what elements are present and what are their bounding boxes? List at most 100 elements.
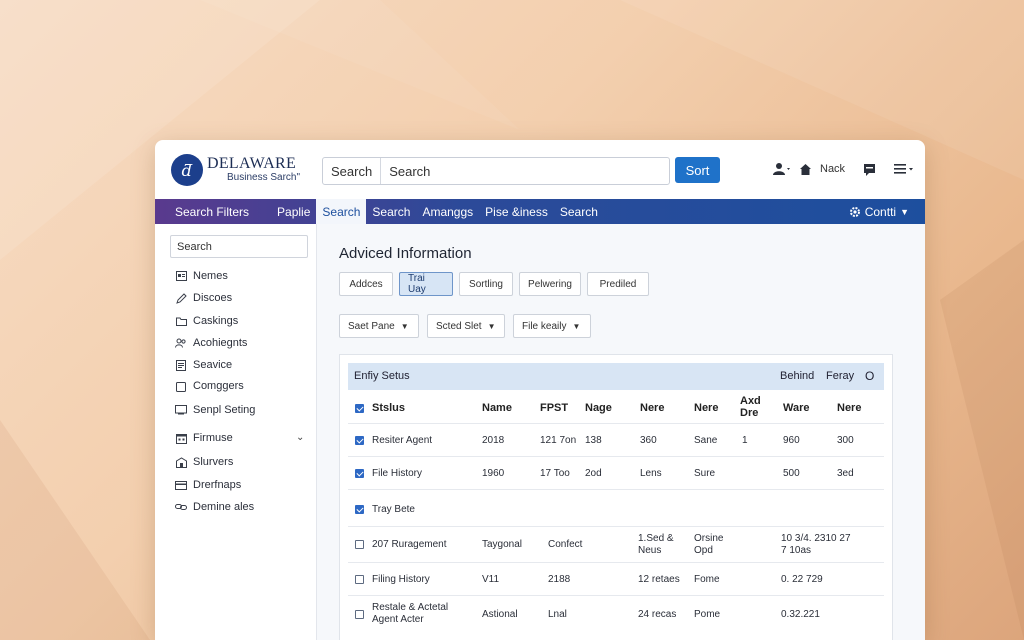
row-checkbox[interactable] [355, 610, 364, 619]
sidebar-item-label: Comggers [193, 380, 244, 392]
table-cell: 1.Sed & Neus [638, 533, 674, 556]
nav-contact-menu[interactable]: Contti ▼ [849, 199, 909, 224]
nav-search-2[interactable]: Search [554, 199, 604, 224]
table-cell: 207 Ruragement [372, 539, 447, 550]
settings-gear-icon [849, 206, 860, 217]
sidebar-item-label: Firmuse [193, 432, 233, 444]
logo-title: DELAWARE [207, 155, 297, 173]
sort-button[interactable]: Sort [675, 157, 720, 183]
search-scope-label[interactable]: Search [323, 158, 382, 184]
sidebar-item-service[interactable]: Seavice [175, 359, 232, 371]
column-header[interactable]: Nere [694, 402, 718, 414]
select-all-checkbox[interactable] [355, 404, 364, 413]
sidebar-item-senpl-seting[interactable]: Senpl Seting [175, 404, 255, 416]
table-cell: Sure [694, 468, 716, 479]
nav-search[interactable]: Search [366, 199, 416, 224]
table-cell: 2018 [482, 435, 505, 446]
sidebar-item-slurvers[interactable]: Slurvers [175, 456, 233, 468]
table-cell: 17 Too [540, 468, 570, 479]
table-cell: 2188 [548, 574, 571, 585]
sidebar-item-label: Nemes [193, 270, 228, 282]
table-cell: 24 recas [638, 609, 677, 620]
filter-dropdown-3[interactable]: File keaily ▼ [513, 314, 591, 338]
document-icon [175, 359, 187, 371]
people-icon [175, 337, 187, 349]
chevron-down-icon: ▼ [900, 206, 909, 217]
filter-label: Scted Slet [436, 320, 482, 332]
nav-business[interactable]: Pise &iness [479, 199, 554, 224]
filter-bar: Saet Pane ▼ Scted Slet ▼ File keaily ▼ [339, 314, 591, 338]
row-checkbox[interactable] [355, 469, 364, 478]
nav-search-filters[interactable]: Search Filters [155, 199, 271, 224]
table-cell: 0. 22 729 [781, 574, 823, 585]
filter-dropdown-2[interactable]: Scted Slet ▼ [427, 314, 505, 338]
chat-icon[interactable] [863, 163, 876, 176]
nav-contact-label: Contti [864, 204, 897, 219]
column-header[interactable]: Name [482, 402, 512, 414]
building-icon [175, 456, 187, 468]
column-header[interactable]: Nage [585, 402, 612, 414]
column-header[interactable]: Nere [640, 402, 664, 414]
sidebar-item-label: Demine ales [193, 501, 255, 513]
panel-link-behind[interactable]: Behind [780, 370, 814, 382]
hamburger-menu-icon[interactable] [894, 163, 914, 175]
sidebar-item-drerfnaps[interactable]: Drerfnaps [175, 479, 241, 491]
table-row[interactable]: File History 1960 17 Too 2od Lens Sure 5… [348, 457, 884, 490]
table-cell: 1960 [482, 468, 505, 479]
delaware-seal-icon: ƌ [171, 154, 203, 186]
sidebar-search-input[interactable]: Search [170, 235, 308, 258]
column-header[interactable]: Stslus [372, 402, 405, 414]
row-checkbox[interactable] [355, 540, 364, 549]
table-row[interactable]: Filing History V11 2188 12 retaes Fome 0… [348, 563, 884, 596]
table-cell: Orsine Opd [694, 533, 724, 556]
header-actions: Nack [773, 162, 914, 176]
table-cell: 138 [585, 435, 602, 446]
user-name[interactable]: Nack [820, 163, 845, 175]
panel-link-feray[interactable]: Feray [826, 370, 854, 382]
monitor-icon [175, 404, 187, 416]
home-icon[interactable] [799, 163, 812, 176]
logo-subtitle: Business Sarch" [227, 172, 301, 184]
tab-pelwering[interactable]: Pelwering [519, 272, 581, 296]
table-row[interactable]: Restale & Actetal Agent Acter Astional L… [348, 596, 884, 634]
sidebar-item-caskings[interactable]: Caskings [175, 315, 238, 327]
sidebar-item-firmuse[interactable]: Firmuse [175, 432, 233, 444]
user-menu-icon[interactable] [773, 162, 791, 176]
row-checkbox[interactable] [355, 505, 364, 514]
column-header[interactable]: Nere [837, 402, 861, 414]
nav-search-active[interactable]: Search [316, 199, 367, 224]
table-row[interactable]: Resiter Agent 2018 121 7on 138 360 Sane … [348, 424, 884, 457]
tab-trai-uay[interactable]: Trai Uay [399, 272, 453, 296]
chevron-down-icon[interactable]: ⌄ [296, 432, 304, 443]
table-cell: Lens [640, 468, 662, 479]
column-header[interactable]: Ware [783, 402, 810, 414]
nav-amanggs[interactable]: Amanggs [416, 199, 479, 224]
tab-addces[interactable]: Addces [339, 272, 393, 296]
nav-people[interactable]: Paplie [271, 199, 316, 224]
row-checkbox[interactable] [355, 575, 364, 584]
table-cell: Restale & Actetal Agent Acter [372, 602, 449, 625]
caret-down-icon: ▼ [572, 321, 581, 331]
table-cell: Sane [694, 435, 718, 446]
column-header[interactable]: FPST [540, 402, 568, 414]
table-header-row: Stslus Name FPST Nage Nere Nere Axd Dre … [348, 392, 884, 424]
panel-count: O [865, 369, 875, 383]
logo[interactable]: ƌ DELAWARE Business Sarch" [171, 154, 321, 186]
table-row[interactable]: Tray Bete [348, 490, 884, 527]
search-input[interactable] [381, 163, 632, 179]
filter-dropdown-1[interactable]: Saet Pane ▼ [339, 314, 419, 338]
sidebar-item-comggers[interactable]: Comggers [175, 380, 244, 392]
table-cell: Taygonal [482, 539, 523, 550]
tab-sortling[interactable]: Sortling [459, 272, 513, 296]
column-header[interactable]: Axd Dre [740, 395, 768, 419]
sidebar-item-names[interactable]: Nemes [175, 270, 228, 282]
main-nav: Search Filters Paplie Search Search Aman… [155, 199, 925, 224]
sidebar-item-discoes[interactable]: Discoes [175, 292, 232, 304]
sidebar-item-label: Acohiegnts [193, 337, 248, 349]
sidebar-item-demine-ales[interactable]: Demine ales [175, 501, 254, 513]
table-cell: Fome [694, 574, 720, 585]
table-row[interactable]: 207 Ruragement Taygonal Confect 1.Sed & … [348, 527, 884, 563]
tab-prediled[interactable]: Prediled [587, 272, 649, 296]
sidebar-item-acohiegnts[interactable]: Acohiegnts [175, 337, 247, 349]
row-checkbox[interactable] [355, 436, 364, 445]
